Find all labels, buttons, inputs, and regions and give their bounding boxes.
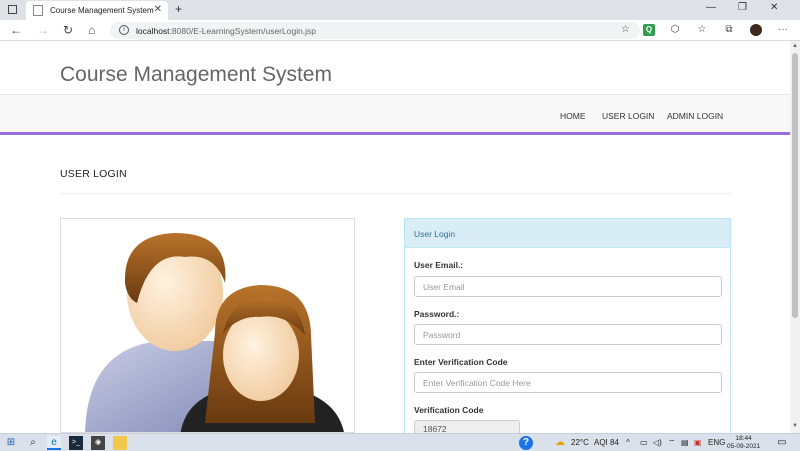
page-header: Course Management System <box>0 41 790 95</box>
user-login-panel: User Login User Email.: Password.: Enter… <box>404 218 731 433</box>
taskbar-clock[interactable]: 18:44 05-09-2021 <box>727 435 760 451</box>
tray-app-icon[interactable]: ▣ <box>694 438 702 447</box>
clock-date: 05-09-2021 <box>727 443 761 450</box>
verification-code-label: Verification Code <box>414 405 484 415</box>
main-navbar: HOME USER LOGIN ADMIN LOGIN <box>0 95 790 135</box>
verification-code-input[interactable] <box>414 372 722 393</box>
extension-icon[interactable]: ⬡ <box>669 24 681 36</box>
url-path: :8080/E-LearningSystem/userLogin.jsp <box>169 26 317 36</box>
url-host: localhost <box>136 26 170 36</box>
panel-heading: User Login <box>405 219 730 248</box>
users-avatar-icon <box>85 233 344 432</box>
address-bar[interactable]: i localhost:8080/E-LearningSystem/userLo… <box>110 22 640 39</box>
taskbar-search-icon[interactable]: ⌕ <box>26 436 40 450</box>
scroll-up-icon[interactable]: ▲ <box>792 43 798 49</box>
tab-title: Course Management System <box>50 6 154 15</box>
back-icon[interactable]: ← <box>10 23 22 37</box>
clock-time: 18:44 <box>735 435 752 442</box>
site-title: Course Management System <box>60 63 332 86</box>
user-email-input[interactable] <box>414 276 722 297</box>
password-label: Password.: <box>414 309 460 319</box>
taskbar-terminal-icon[interactable]: >_ <box>69 436 83 450</box>
section-divider <box>60 193 731 194</box>
nav-home[interactable]: HOME <box>560 111 586 121</box>
wifi-icon[interactable]: ⌔ <box>668 438 676 448</box>
browser-toolbar: ← → ↻ ⌂ i localhost:8080/E-LearningSyste… <box>0 20 800 41</box>
info-icon[interactable]: i <box>119 25 129 35</box>
taskbar-app-icon[interactable]: ◉ <box>91 436 105 450</box>
battery-icon[interactable]: ▤ <box>681 438 689 447</box>
section-title: USER LOGIN <box>60 168 127 180</box>
page-scrollbar[interactable]: ▲ ▼ <box>790 41 800 433</box>
weather-icon: ☁ <box>555 437 565 448</box>
temperature: 22°C <box>571 438 589 447</box>
email-label: User Email.: <box>414 260 464 270</box>
windows-taskbar: ⊞ ⌕ e >_ ◉ ? ☁ 22°C AQI 84 ^ ▭ ◁) ⌔ ▤ ▣ … <box>0 433 800 451</box>
refresh-icon[interactable]: ↻ <box>63 23 73 37</box>
restore-button[interactable]: ❐ <box>738 2 747 13</box>
windows-start-icon[interactable]: ⊞ <box>4 436 18 450</box>
new-tab-button[interactable]: + <box>175 2 182 16</box>
nav-admin-login[interactable]: ADMIN LOGIN <box>667 111 723 121</box>
notifications-icon[interactable]: ▭ <box>775 436 789 450</box>
verification-code-display <box>414 420 520 433</box>
scroll-down-icon[interactable]: ▼ <box>792 423 798 429</box>
scroll-thumb[interactable] <box>792 53 798 318</box>
taskbar-explorer-icon[interactable] <box>113 436 127 450</box>
tray-chevron-icon[interactable]: ^ <box>626 438 630 447</box>
aqi-status: AQI 84 <box>594 438 619 447</box>
window-close-button[interactable]: ✕ <box>770 2 778 13</box>
minimize-button[interactable]: — <box>706 2 716 13</box>
browser-tab[interactable]: Course Management System ✕ <box>26 1 168 20</box>
browser-tab-bar: Course Management System ✕ + — ❐ ✕ <box>0 0 800 20</box>
users-illustration <box>60 218 355 433</box>
page-favicon-icon <box>33 5 43 16</box>
home-icon[interactable]: ⌂ <box>88 23 95 37</box>
extension-q-icon[interactable]: Q <box>643 24 655 36</box>
forward-icon[interactable]: → <box>37 23 49 37</box>
language-indicator[interactable]: ENG <box>708 438 725 447</box>
verification-code-entry-label: Enter Verification Code <box>414 357 508 367</box>
tab-actions-icon[interactable] <box>8 5 17 14</box>
nav-user-login[interactable]: USER LOGIN <box>602 111 654 121</box>
favorites-icon[interactable]: ☆ <box>696 24 708 36</box>
taskbar-edge-icon[interactable]: e <box>47 436 61 450</box>
collections-icon[interactable]: ⧉ <box>723 24 735 36</box>
help-icon[interactable]: ? <box>519 436 533 450</box>
more-menu-icon[interactable]: ··· <box>777 24 789 36</box>
password-input[interactable] <box>414 324 722 345</box>
favorite-star-icon[interactable]: ☆ <box>621 24 630 35</box>
tab-close-icon[interactable]: ✕ <box>154 4 162 15</box>
profile-avatar[interactable] <box>750 24 762 36</box>
network-icon[interactable]: ▭ <box>640 438 648 447</box>
volume-icon[interactable]: ◁) <box>653 438 662 447</box>
